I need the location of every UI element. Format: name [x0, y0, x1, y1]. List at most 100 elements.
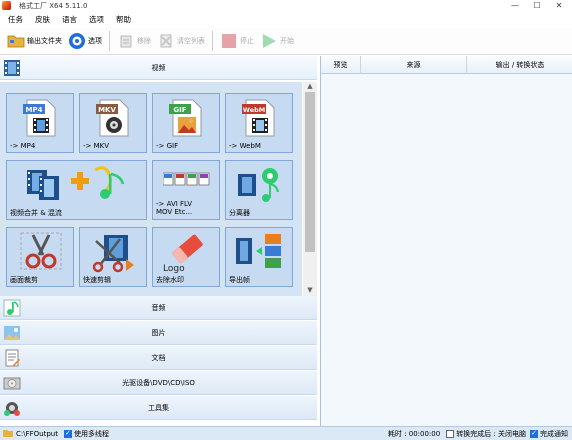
- stop-label: 停止: [240, 37, 254, 45]
- tile-to-avi-flv-mov-label: -> AVI FLV MOV Etc...: [156, 200, 193, 216]
- category-tools[interactable]: 工具集: [0, 396, 317, 420]
- toolbar: 输出文件夹 选项 移除 清空列表 停止 开始: [0, 28, 572, 55]
- mkv-file-icon: MKV: [96, 99, 129, 137]
- splitter-icon: [238, 168, 279, 202]
- column-source[interactable]: 来源: [361, 55, 467, 74]
- tile-remove-watermark[interactable]: Logo 去除水印: [152, 227, 220, 287]
- clear-list-icon: [157, 32, 175, 50]
- start-button[interactable]: 开始: [257, 30, 297, 52]
- after-convert-label: 转换完成后 : 关闭电脑: [456, 429, 526, 438]
- options-label: 选项: [88, 37, 102, 45]
- gif-badge: GIF: [173, 106, 186, 114]
- category-audio-label: 音频: [151, 303, 166, 312]
- remove-button[interactable]: 移除: [114, 30, 154, 52]
- format-icons-strip: [163, 172, 210, 186]
- remove-label: 移除: [137, 37, 151, 45]
- toolbar-separator: [212, 31, 213, 51]
- tile-crop[interactable]: 画面裁剪: [6, 227, 74, 287]
- elapsed-time: 耗时 : 00:00:00: [387, 429, 441, 438]
- video-merge-icon: [27, 166, 125, 200]
- category-image[interactable]: 图片: [0, 321, 317, 345]
- export-frames-icon: [236, 234, 281, 268]
- menu-bar: 任务 皮肤 语言 选项 帮助: [0, 11, 572, 28]
- output-path[interactable]: C:\FFOutput: [16, 430, 58, 438]
- output-folder-label: 输出文件夹: [27, 37, 62, 45]
- scroll-up-arrow-icon[interactable]: ▲: [303, 82, 317, 92]
- maximize-button[interactable]: ☐: [526, 0, 548, 11]
- menu-language[interactable]: 语言: [62, 14, 77, 25]
- output-folder-icon: [3, 429, 13, 439]
- quick-clip-icon: [92, 235, 134, 273]
- notify-checkbox[interactable]: ✓: [530, 429, 538, 438]
- clear-list-button[interactable]: 清空列表: [154, 30, 208, 52]
- tile-to-gif-label: -> GIF: [156, 142, 179, 150]
- tile-splitter-label: 分离器: [229, 209, 250, 217]
- column-output-status[interactable]: 输出 / 转换状态: [467, 56, 572, 74]
- mp4-badge: MP4: [26, 106, 43, 114]
- eraser-icon: Logo: [163, 234, 203, 274]
- menu-options[interactable]: 选项: [89, 14, 104, 25]
- after-convert-checkbox[interactable]: [446, 429, 455, 438]
- mp4-file-icon: MP4: [23, 99, 56, 137]
- menu-task[interactable]: 任务: [8, 14, 23, 25]
- title-bar: 格式工厂 X64 5.11.0 — ☐ ✕: [0, 0, 572, 11]
- tiles-scrollbar[interactable]: ▲ ▼: [303, 82, 317, 296]
- tile-quick-clip-label: 快速剪辑: [83, 276, 111, 284]
- category-tools-label: 工具集: [148, 403, 169, 412]
- output-folder-button[interactable]: 输出文件夹: [4, 30, 65, 52]
- gif-file-icon: GIF: [169, 99, 202, 137]
- tile-to-avi-flv-mov[interactable]: -> AVI FLV MOV Etc...: [152, 160, 220, 220]
- tile-to-mp4-label: -> MP4: [10, 142, 36, 150]
- options-icon: [68, 32, 86, 50]
- stop-icon: [220, 32, 238, 50]
- options-button[interactable]: 选项: [65, 30, 105, 52]
- clear-list-label: 清空列表: [177, 37, 205, 45]
- category-disc-label: 光驱设备\DVD\CD\ISO: [122, 378, 195, 387]
- left-panel: 视频 MP4 -> MP4 MKV -> MKV GIF -> GIF WebM…: [0, 56, 319, 426]
- tile-export-frames[interactable]: 导出帧: [225, 227, 293, 287]
- task-list-panel[interactable]: 预览 来源 输出 / 转换状态: [320, 55, 572, 426]
- tile-quick-clip[interactable]: 快速剪辑: [79, 227, 147, 287]
- status-bar: C:\FFOutput ✓ 使用多线程 耗时 : 00:00:00 转换完成后 …: [0, 426, 572, 440]
- menu-skin[interactable]: 皮肤: [35, 14, 50, 25]
- mkv-badge: MKV: [98, 106, 116, 114]
- app-icon: [2, 1, 11, 10]
- scrollbar-thumb[interactable]: [305, 92, 315, 252]
- category-video[interactable]: 视频: [0, 56, 317, 80]
- category-audio[interactable]: 音频: [0, 296, 317, 320]
- scissors-icon: [20, 232, 62, 270]
- tile-video-merge-label: 视频合并 & 混流: [10, 209, 62, 217]
- tile-to-gif[interactable]: GIF -> GIF: [152, 93, 220, 153]
- close-button[interactable]: ✕: [548, 0, 570, 11]
- remove-icon: [117, 32, 135, 50]
- category-document[interactable]: 文档: [0, 346, 317, 370]
- start-label: 开始: [280, 37, 294, 45]
- category-image-label: 图片: [151, 328, 166, 337]
- tile-video-merge[interactable]: 视频合并 & 混流: [6, 160, 147, 220]
- multithread-label: 使用多线程: [73, 429, 109, 438]
- window-title: 格式工厂 X64 5.11.0: [19, 1, 88, 10]
- tile-splitter[interactable]: 分离器: [225, 160, 293, 220]
- minimize-button[interactable]: —: [504, 0, 526, 11]
- video-tiles: MP4 -> MP4 MKV -> MKV GIF -> GIF WebM ->…: [0, 82, 302, 296]
- webm-badge: WebM: [243, 106, 265, 114]
- column-preview[interactable]: 预览: [321, 55, 361, 74]
- task-list-header: 预览 来源 输出 / 转换状态: [321, 55, 572, 74]
- multithread-checkbox[interactable]: ✓: [63, 429, 72, 438]
- category-document-label: 文档: [151, 353, 166, 362]
- menu-help[interactable]: 帮助: [116, 14, 131, 25]
- webm-file-icon: WebM: [242, 99, 275, 137]
- scroll-down-arrow-icon[interactable]: ▼: [303, 286, 317, 296]
- stop-button[interactable]: 停止: [217, 30, 257, 52]
- tile-export-frames-label: 导出帧: [229, 276, 250, 284]
- logo-text: Logo: [163, 264, 185, 274]
- tile-to-mkv-label: -> MKV: [83, 142, 110, 150]
- category-disc[interactable]: 光驱设备\DVD\CD\ISO: [0, 371, 317, 395]
- start-icon: [260, 32, 278, 50]
- tile-to-webm[interactable]: WebM -> WebM: [225, 93, 293, 153]
- tile-to-mp4[interactable]: MP4 -> MP4: [6, 93, 74, 153]
- tile-remove-watermark-label: 去除水印: [156, 276, 184, 284]
- tile-to-webm-label: -> WebM: [229, 142, 261, 150]
- tile-to-mkv[interactable]: MKV -> MKV: [79, 93, 147, 153]
- notify-label: 完成通知: [540, 429, 568, 438]
